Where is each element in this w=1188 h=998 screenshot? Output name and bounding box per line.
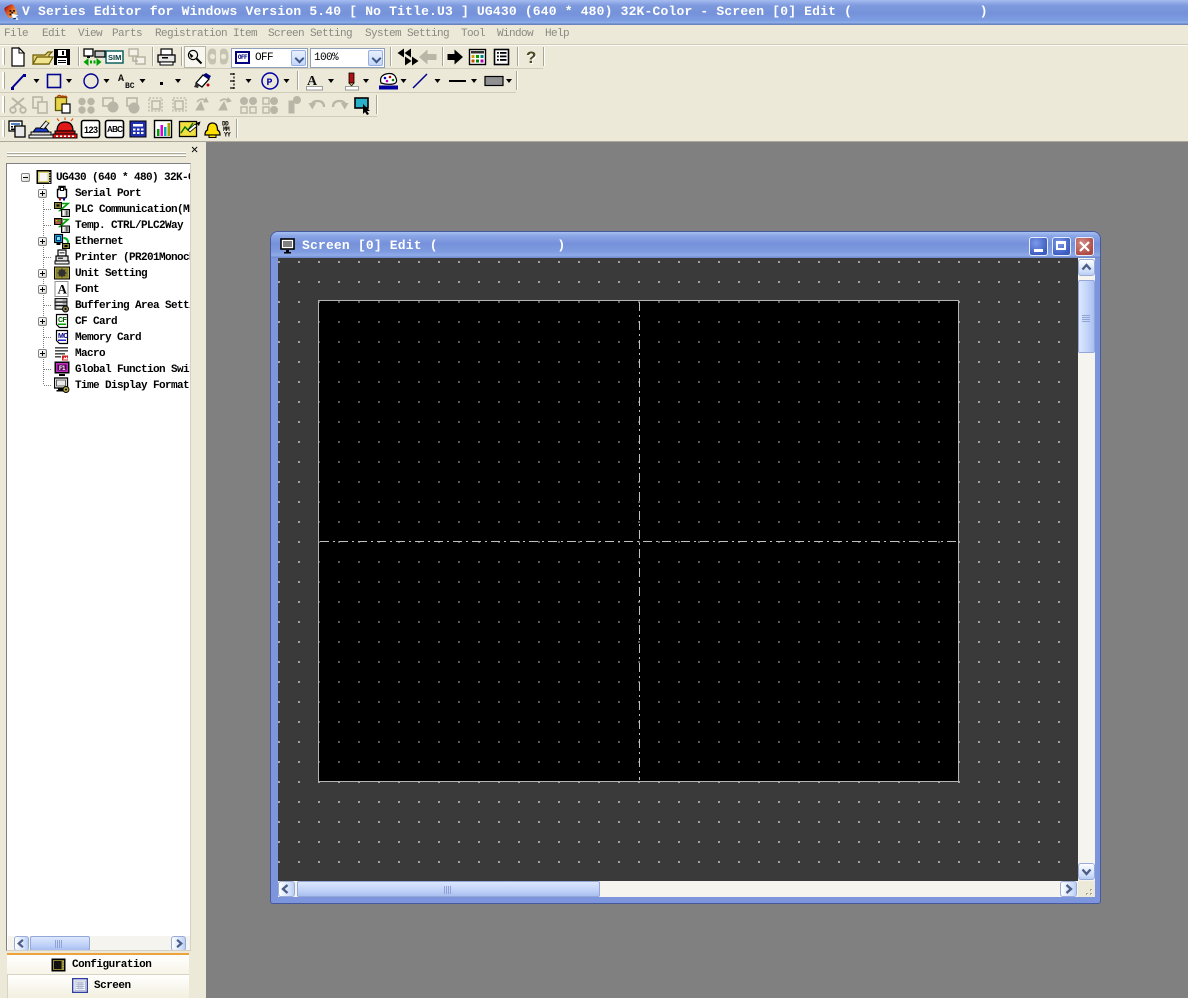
svg-text:P: P — [267, 78, 273, 89]
svg-text:?: ? — [526, 48, 536, 67]
svg-text:ABC: ABC — [107, 125, 123, 134]
svg-text:CF: CF — [58, 317, 67, 324]
svg-text:A: A — [118, 74, 124, 85]
svg-text:123: 123 — [84, 125, 98, 135]
svg-text:A: A — [58, 282, 68, 297]
svg-text:YY: YY — [224, 132, 231, 139]
svg-text:SIM: SIM — [108, 53, 121, 62]
svg-text:BC: BC — [125, 82, 135, 91]
svg-text:MC: MC — [58, 333, 68, 340]
